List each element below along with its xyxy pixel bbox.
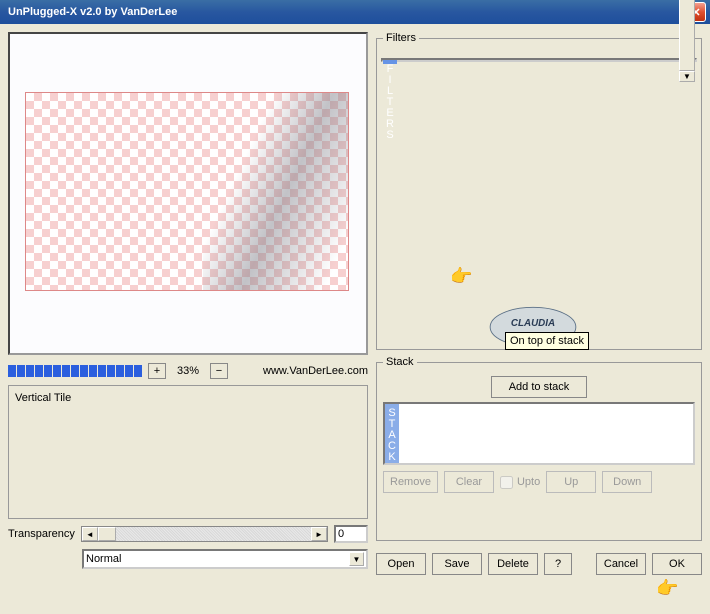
add-to-stack-button[interactable]: Add to stack — [491, 376, 587, 398]
arrow-left-icon[interactable]: ◄ — [82, 527, 98, 541]
tooltip: On top of stack — [505, 332, 589, 350]
progress-bar — [8, 365, 142, 377]
stack-legend: Stack — [383, 356, 417, 368]
preview-panel — [8, 32, 368, 355]
stack-fieldset: Stack Add to stack STACK Remove Clear Up… — [376, 356, 702, 541]
ok-button[interactable]: OK — [652, 553, 702, 575]
chevron-down-icon[interactable]: ▼ — [349, 552, 364, 566]
clear-button[interactable]: Clear — [444, 471, 494, 493]
status-label: Vertical Tile — [15, 392, 361, 404]
transparency-label: Transparency — [8, 528, 75, 540]
mode-value: Normal — [86, 553, 349, 565]
filters-fieldset: Filters FILTERS SolarizeSpice DotsSpiral… — [376, 32, 702, 350]
arrow-right-icon[interactable]: ► — [311, 527, 327, 541]
stack-list[interactable] — [399, 404, 693, 463]
mode-select[interactable]: Normal ▼ — [82, 549, 368, 569]
arrow-down-icon[interactable]: ▼ — [679, 71, 695, 82]
zoom-out-button[interactable]: − — [210, 363, 228, 379]
up-button[interactable]: Up — [546, 471, 596, 493]
filters-legend: Filters — [383, 32, 419, 44]
down-button[interactable]: Down — [602, 471, 652, 493]
transparency-slider[interactable]: ◄ ► — [81, 526, 328, 542]
stack-header: STACK — [385, 404, 399, 463]
upto-checkbox[interactable]: Upto — [500, 476, 540, 489]
vendor-link[interactable]: www.VanDerLee.com — [263, 365, 368, 377]
zoom-value: 33% — [172, 365, 204, 377]
transparency-input[interactable] — [334, 525, 368, 543]
save-button[interactable]: Save — [432, 553, 482, 575]
remove-button[interactable]: Remove — [383, 471, 438, 493]
help-button[interactable]: ? — [544, 553, 572, 575]
cancel-button[interactable]: Cancel — [596, 553, 646, 575]
open-button[interactable]: Open — [376, 553, 426, 575]
preview-image — [25, 92, 349, 291]
titlebar: UnPlugged-X v2.0 by VanDerLee ✕ — [0, 0, 710, 24]
zoom-in-button[interactable]: + — [148, 363, 166, 379]
filters-header: FILTERS — [383, 60, 397, 64]
status-fieldset: Vertical Tile — [8, 385, 368, 519]
delete-button[interactable]: Delete — [488, 553, 538, 575]
window-title: UnPlugged-X v2.0 by VanDerLee — [4, 6, 686, 18]
